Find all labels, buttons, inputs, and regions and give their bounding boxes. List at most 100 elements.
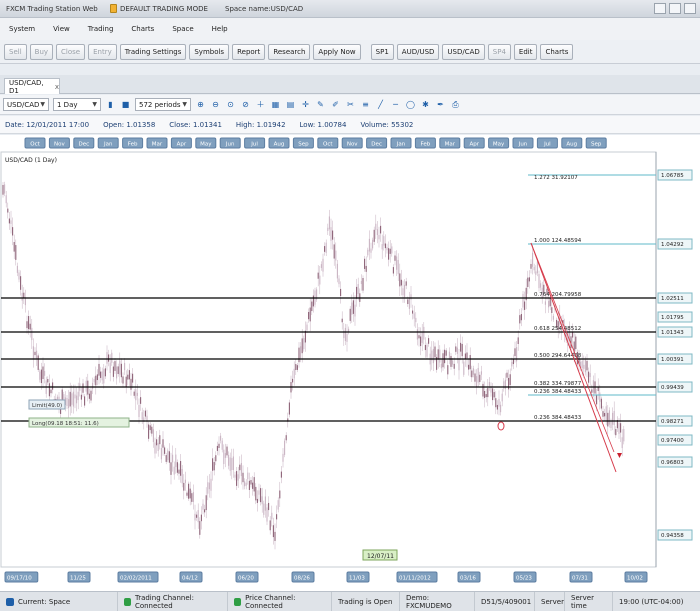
sell-button[interactable]: Sell [4,43,27,60]
candle-body [295,364,297,371]
candle-body [501,393,503,402]
candle-body [252,482,254,489]
price-chart[interactable]: Oct Nov Dec Jan Feb Mar Apr May Jun Jul Aug Sep Oct N… [0,135,700,591]
status-account-segment: Demo: FXCMUDEMO [400,592,475,611]
close-icon[interactable]: x [55,83,59,91]
candle-body [391,246,393,254]
close-button[interactable]: Close [56,43,86,60]
apply-now-button[interactable]: Apply Now [313,43,361,60]
chevron-down-icon: ▼ [40,101,45,108]
maximize-button[interactable] [669,3,681,14]
zoom-reset-icon[interactable]: ⊘ [240,99,251,110]
candle-body [461,343,463,357]
entry-button[interactable]: Entry [88,43,117,60]
menu-space[interactable]: Space [163,25,202,33]
candle-body [458,358,460,371]
brush-icon[interactable]: ✒ [435,99,446,110]
symbols-button[interactable]: Symbols [189,43,230,60]
print-icon[interactable]: ⎙ [450,99,461,110]
candle-body [300,346,302,359]
month-label: Mar [152,142,163,148]
tab-usdcad-d1[interactable]: USD/CAD, D1 x [4,78,60,95]
research-button[interactable]: Research [268,43,311,60]
candle-body [15,245,17,260]
candle-body [84,396,86,406]
status-trading-channel-segment: Trading Channel: Connected [118,592,228,611]
candle-body [597,387,599,391]
edit-button[interactable]: Edit [513,43,538,60]
candle-body [215,455,217,462]
candle-body [16,265,18,273]
candle-type-icon[interactable]: ▮ [105,99,116,110]
charts-button[interactable]: Charts [540,43,574,60]
report-button[interactable]: Report [232,43,266,60]
candle-body [226,446,228,456]
candle-body [512,359,514,365]
date-axis: 09/17/10 11/25 02/02/2011 04/12 06/20 08/26 11… [4,571,648,583]
annotation-icon[interactable]: ✱ [420,99,431,110]
month-label: Jun [225,142,235,148]
menu-charts[interactable]: Charts [122,25,163,33]
candle-body [338,278,340,285]
minimize-button[interactable] [654,3,666,14]
zoom-out-icon[interactable]: ⊖ [210,99,221,110]
candle-body [250,480,252,485]
timeframe-select[interactable]: 1 Day ▼ [53,98,101,111]
buy-button[interactable]: Buy [29,43,54,60]
trend-line-icon[interactable]: ╱ [375,99,386,110]
fib-level-label: 0.500 294.64468 [534,353,582,359]
menu-system[interactable]: System [0,25,44,33]
ruler-icon[interactable]: ✐ [330,99,341,110]
candle-body [276,514,278,520]
chart-layout-icon[interactable]: ▦ [270,99,281,110]
candle-body [96,374,98,381]
trading-mode[interactable]: DEFAULT TRADING MODE [110,4,225,13]
candle-body [605,406,607,421]
candle-body [272,525,274,538]
menu-trading[interactable]: Trading [79,25,123,33]
space-audusd-button[interactable]: AUD/USD [396,43,440,60]
horizontal-line-icon[interactable]: ─ [390,99,401,110]
candle-body [66,397,68,407]
month-label: Apr [177,142,187,148]
price-chart-canvas[interactable]: Oct Nov Dec Jan Feb Mar Apr May Jun Jul Aug Sep Oct N… [0,135,700,591]
ellipse-icon[interactable]: ◯ [405,99,416,110]
crosshair-icon[interactable]: ✛ [300,99,311,110]
menu-view[interactable]: View [44,25,79,33]
symbol-select[interactable]: USD/CAD ▼ [3,98,49,111]
status-server-time-label-segment: Server time [565,592,613,611]
space-usdcad-button[interactable]: USD/CAD [442,43,485,60]
status-trading-open-segment: Trading is Open [332,592,400,611]
zoom-in-icon[interactable]: ⊕ [195,99,206,110]
indicator-add-icon[interactable]: ＋ [255,99,266,110]
candle-body [360,280,362,285]
fibonacci-icon[interactable]: ≡ [360,99,371,110]
candle-body [388,248,390,260]
candle-body [184,479,186,483]
pencil-icon[interactable]: ✎ [315,99,326,110]
candle-body [285,435,287,441]
candle-body [31,327,33,341]
candle-body [148,424,150,439]
candle-body [440,363,442,369]
palette-icon[interactable]: ■ [120,99,131,110]
zoom-fit-icon[interactable]: ⊙ [225,99,236,110]
menu-help[interactable]: Help [203,25,237,33]
periods-select[interactable]: 572 periods ▼ [135,98,191,111]
candle-body [164,447,166,454]
candle-body [18,272,20,280]
grid-icon[interactable]: ▤ [285,99,296,110]
close-window-button[interactable] [684,3,696,14]
status-server-time-label: Server time [571,593,594,610]
space-sp1-button[interactable]: SP1 [370,43,394,60]
space-sp4-button[interactable]: SP4 [487,43,511,60]
chart-tab-strip: USD/CAD, D1 x [0,75,700,95]
candle-body [354,304,356,317]
trading-settings-button[interactable]: Trading Settings [119,43,187,60]
trading-channel-icon [124,597,131,606]
candle-body [412,310,414,314]
cut-icon[interactable]: ✂ [345,99,356,110]
month-label: Apr [469,142,479,148]
month-label: Nov [347,142,358,148]
candle-body [212,458,214,471]
